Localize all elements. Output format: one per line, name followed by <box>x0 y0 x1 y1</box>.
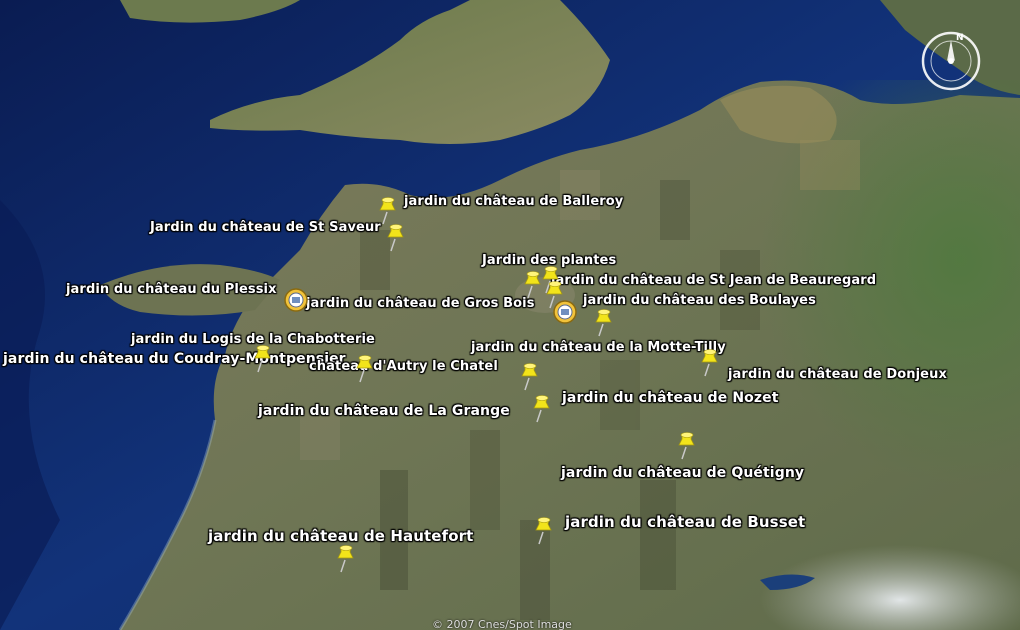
compass-icon[interactable]: N <box>918 28 984 94</box>
pushpin-icon[interactable] <box>593 308 615 338</box>
map-label[interactable]: jardin du château de Donjeux <box>728 367 947 382</box>
satellite-map-view[interactable]: jardin du château de Balleroy Jardin du … <box>0 0 1020 630</box>
copyright-text: © 2007 Cnes/Spot Image <box>432 618 572 630</box>
map-label[interactable]: jardin du château du Coudray-Montpensier <box>3 351 346 367</box>
map-label[interactable]: jardin du château de Busset <box>565 513 805 531</box>
compass-north-label: N <box>956 33 964 43</box>
map-label[interactable]: chateau d'Autry le Chatel <box>309 359 498 374</box>
pushpin-icon[interactable] <box>252 344 274 374</box>
map-label[interactable]: Jardin du château de St Saveur <box>150 220 381 235</box>
pushpin-icon[interactable] <box>335 544 357 574</box>
pushpin-icon[interactable] <box>676 431 698 461</box>
pushpin-icon[interactable] <box>354 354 376 384</box>
terrain-imagery <box>0 0 1020 630</box>
photo-marker-icon[interactable] <box>551 298 579 326</box>
map-label[interactable]: jardin du château de St Jean de Beaurega… <box>551 273 876 288</box>
photo-marker-icon[interactable] <box>282 286 310 314</box>
map-label[interactable]: jardin du château de Quétigny <box>561 465 804 481</box>
pushpin-icon[interactable] <box>377 196 399 226</box>
map-label[interactable]: jardin du château de Nozet <box>562 390 779 406</box>
pushpin-icon[interactable] <box>533 516 555 546</box>
map-label[interactable]: jardin du château des Boulayes <box>583 293 816 308</box>
pushpin-icon[interactable] <box>531 394 553 424</box>
pushpin-icon[interactable] <box>385 223 407 253</box>
pushpin-icon[interactable] <box>699 348 721 378</box>
pushpin-icon[interactable] <box>519 362 541 392</box>
map-label[interactable]: jardin du château de Hautefort <box>208 527 473 545</box>
map-label[interactable]: jardin du château de Gros Bois <box>306 296 535 311</box>
map-label[interactable]: jardin du château de La Grange <box>258 403 510 419</box>
map-label[interactable]: jardin du château de la Motte-Tilly <box>471 340 726 355</box>
map-label[interactable]: jardin du château du Plessix <box>66 282 277 297</box>
map-label[interactable]: jardin du château de Balleroy <box>404 194 623 209</box>
